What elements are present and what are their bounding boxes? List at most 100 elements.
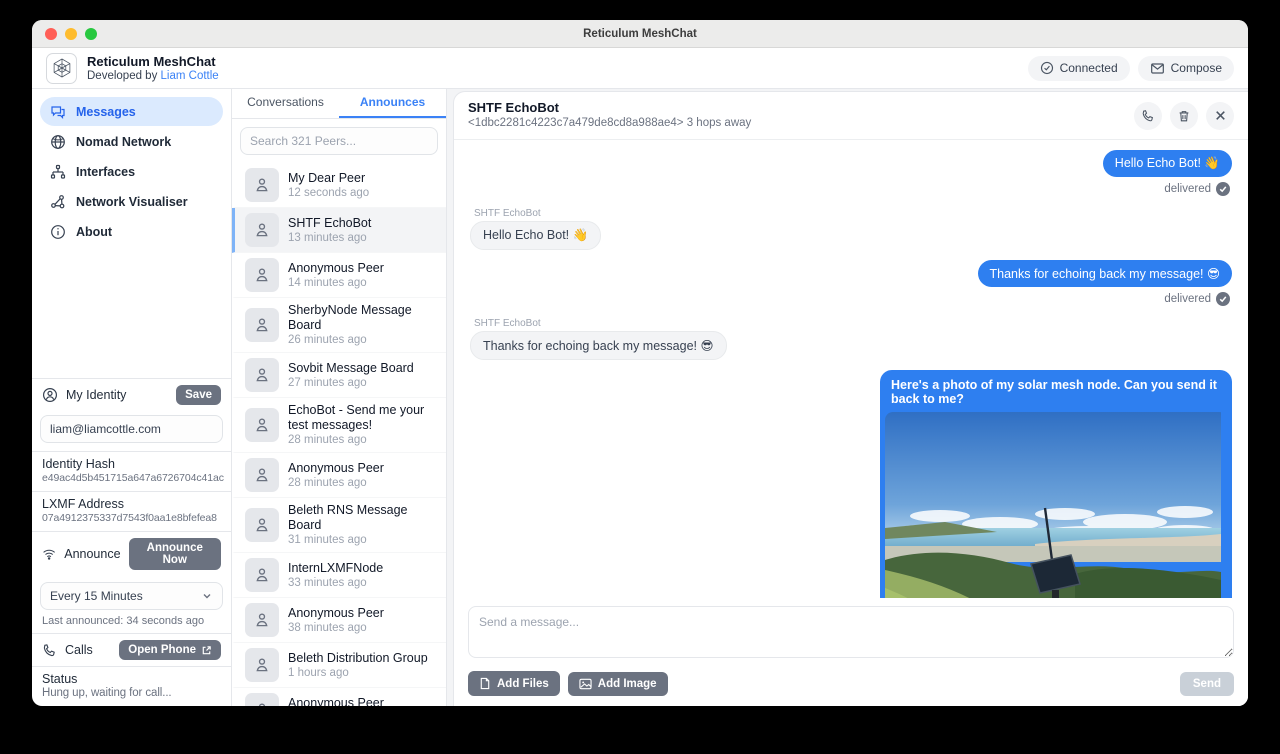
tab-announces[interactable]: Announces	[339, 89, 446, 118]
peer-list-item[interactable]: SherbyNode Message Board 26 minutes ago	[232, 298, 446, 353]
lxmf-address-value: 07a4912375337d7543f0aa1e8bfefea8	[42, 512, 221, 524]
tab-conversations[interactable]: Conversations	[232, 89, 339, 118]
check-circle-icon	[1040, 61, 1054, 75]
compose-button[interactable]: Compose	[1138, 56, 1234, 81]
incoming-message: Hello Echo Bot! 👋	[470, 221, 601, 250]
person-icon	[253, 566, 271, 584]
mesh-logo-icon	[50, 56, 74, 80]
my-identity-row: My Identity Save	[32, 378, 231, 411]
chat-card: SHTF EchoBot <1dbc2281c4223c7a479de8cd8a…	[453, 91, 1248, 706]
chat-icon	[50, 104, 66, 120]
peer-list-item[interactable]: Sovbit Message Board 27 minutes ago	[232, 353, 446, 398]
call-peer-button[interactable]	[1134, 102, 1162, 130]
peer-list-item[interactable]: Anonymous Peer 1 hours ago	[232, 688, 446, 706]
nodes-icon	[50, 194, 66, 210]
file-icon	[479, 677, 491, 690]
person-icon	[253, 416, 271, 434]
add-image-button[interactable]: Add Image	[568, 672, 668, 696]
peers-panel: ConversationsAnnounces My Dear Peer 12 s…	[232, 89, 447, 706]
peer-list-item[interactable]: Beleth Distribution Group 1 hours ago	[232, 643, 446, 688]
close-chat-button[interactable]	[1206, 102, 1234, 130]
avatar	[245, 603, 279, 637]
avatar	[245, 458, 279, 492]
sidebar-item-about[interactable]: About	[40, 217, 223, 246]
peer-list-item[interactable]: My Dear Peer 12 seconds ago	[232, 163, 446, 208]
identity-hash-value: e49ac4d5b451715a647a6726704c41ac	[42, 472, 221, 484]
peer-list-item[interactable]: Beleth RNS Message Board 31 minutes ago	[232, 498, 446, 553]
peer-list-item[interactable]: SHTF EchoBot 13 minutes ago	[232, 208, 446, 253]
person-icon	[253, 611, 271, 629]
chat-peer-address: <1dbc2281c4223c7a479de8cd8a988ae4> 3 hop…	[468, 116, 751, 131]
chat-peer-name: SHTF EchoBot	[468, 100, 751, 116]
close-icon	[1214, 109, 1227, 122]
last-announced-text: Last announced: 34 seconds ago	[32, 612, 231, 633]
interfaces-icon	[50, 164, 66, 180]
status-block: Status Hung up, waiting for call...	[32, 666, 231, 706]
peers-tabs: ConversationsAnnounces	[232, 89, 446, 119]
delivered-check-icon	[1216, 182, 1230, 196]
person-circle-icon	[42, 387, 58, 403]
avatar	[245, 648, 279, 682]
sidebar-item-nomad-network[interactable]: Nomad Network	[40, 127, 223, 156]
composer: Add Files Add Image Send	[454, 598, 1248, 706]
calls-row: Calls Open Phone	[32, 633, 231, 666]
sidebar-item-interfaces[interactable]: Interfaces	[40, 157, 223, 186]
phone-icon	[42, 643, 57, 658]
avatar	[245, 558, 279, 592]
status-label: Status	[42, 672, 221, 686]
delivery-status: delivered	[1164, 292, 1230, 306]
send-button[interactable]: Send	[1180, 672, 1234, 696]
person-icon	[253, 516, 271, 534]
incoming-message: Thanks for echoing back my message! 😎	[470, 331, 727, 360]
avatar	[245, 168, 279, 202]
announce-row: Announce Announce Now	[32, 531, 231, 576]
peer-list-item[interactable]: Anonymous Peer 38 minutes ago	[232, 598, 446, 643]
window-title: Reticulum MeshChat	[32, 28, 1248, 40]
peer-list-item[interactable]: Anonymous Peer 14 minutes ago	[232, 253, 446, 298]
globe-icon	[50, 134, 66, 150]
info-icon	[50, 224, 66, 240]
identity-name-input[interactable]	[40, 415, 223, 443]
person-icon	[253, 176, 271, 194]
app-window: Reticulum MeshChat Reticulum MeshChat De…	[32, 20, 1248, 706]
open-phone-button[interactable]: Open Phone	[119, 640, 221, 660]
peer-list-item[interactable]: EchoBot - Send me your test messages! 28…	[232, 398, 446, 453]
sender-label: SHTF EchoBot	[474, 318, 541, 329]
announce-label: Announce	[64, 547, 120, 561]
sender-label: SHTF EchoBot	[474, 208, 541, 219]
status-value: Hung up, waiting for call...	[42, 687, 221, 699]
image-icon	[579, 678, 592, 690]
announce-now-button[interactable]: Announce Now	[129, 538, 221, 570]
delivered-check-icon	[1216, 292, 1230, 306]
peer-list-item[interactable]: Anonymous Peer 28 minutes ago	[232, 453, 446, 498]
delete-conversation-button[interactable]	[1170, 102, 1198, 130]
avatar	[245, 508, 279, 542]
app-header: Reticulum MeshChat Developed by Liam Cot…	[32, 48, 1248, 89]
chat-area: SHTF EchoBot <1dbc2281c4223c7a479de8cd8a…	[447, 89, 1248, 706]
sidebar: Messages Nomad Network Interfaces Networ…	[32, 89, 232, 706]
person-icon	[253, 701, 271, 706]
person-icon	[253, 366, 271, 384]
outgoing-photo-message: Here's a photo of my solar mesh node. Ca…	[880, 370, 1232, 598]
announce-interval-select[interactable]: Every 15 Minutes	[40, 582, 223, 610]
message-text: Here's a photo of my solar mesh node. Ca…	[885, 375, 1227, 412]
save-button[interactable]: Save	[176, 385, 221, 405]
developer-link[interactable]: Liam Cottle	[161, 70, 219, 82]
person-icon	[253, 656, 271, 674]
trash-icon	[1177, 109, 1191, 123]
add-files-button[interactable]: Add Files	[468, 671, 560, 696]
sidebar-nav: Messages Nomad Network Interfaces Networ…	[32, 89, 231, 247]
solar-mesh-node-photo[interactable]	[885, 412, 1221, 598]
message-input[interactable]	[468, 606, 1234, 658]
sidebar-item-network-visualiser[interactable]: Network Visualiser	[40, 187, 223, 216]
peer-list-item[interactable]: InternLXMFNode 33 minutes ago	[232, 553, 446, 598]
chevron-down-icon	[201, 590, 213, 602]
search-peers-input[interactable]	[240, 127, 438, 155]
sidebar-item-messages[interactable]: Messages	[40, 97, 223, 126]
envelope-icon	[1150, 61, 1165, 76]
message-list: Hello Echo Bot! 👋 delivered SHTF EchoBot He…	[454, 140, 1248, 598]
identity-panel: My Identity Save Identity Hash e49ac4d5b…	[32, 378, 231, 706]
avatar	[245, 308, 279, 342]
avatar	[245, 213, 279, 247]
avatar	[245, 693, 279, 706]
